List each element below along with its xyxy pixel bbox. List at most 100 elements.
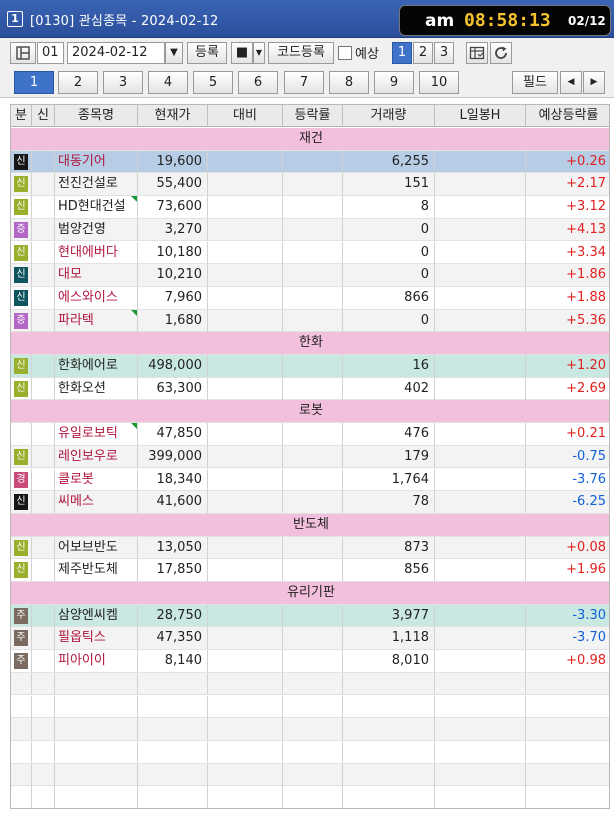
- col-header-change-rate[interactable]: 등락률: [283, 105, 343, 127]
- page-tab-6[interactable]: 6: [238, 71, 278, 94]
- daily-candle-cell: [435, 264, 526, 287]
- page-tab-2[interactable]: 2: [58, 71, 98, 94]
- stock-name-cell[interactable]: 유일로보틱: [55, 423, 138, 446]
- group-number-field[interactable]: 01: [37, 42, 64, 64]
- stock-name-cell[interactable]: 에스와이스: [55, 286, 138, 309]
- view-3-button[interactable]: 3: [434, 42, 454, 64]
- stock-row[interactable]: 신 어보브반도 13,050 873 +0.08: [11, 536, 609, 560]
- col-header-stock-name[interactable]: 종목명: [55, 105, 138, 127]
- stock-name-cell[interactable]: 어보브반도: [55, 536, 138, 559]
- empty-row[interactable]: [11, 786, 609, 808]
- category-badge: 증: [14, 221, 28, 238]
- stock-row[interactable]: 신 씨메스 41,600 78 -6.25: [11, 491, 609, 514]
- stock-name-cell[interactable]: 파라텍: [55, 309, 138, 332]
- stock-name-cell[interactable]: 삼양엔씨켐: [55, 604, 138, 627]
- page-tab-4[interactable]: 4: [148, 71, 188, 94]
- stock-name-cell[interactable]: 대동기어: [55, 150, 138, 173]
- page-tab-10[interactable]: 10: [419, 71, 459, 94]
- col-header-change[interactable]: 대비: [208, 105, 283, 127]
- col-header-volume[interactable]: 거래량: [343, 105, 435, 127]
- empty-row[interactable]: [11, 718, 609, 741]
- stock-name-cell[interactable]: 레인보우로: [55, 445, 138, 468]
- grid-settings-icon[interactable]: [466, 42, 488, 64]
- empty-cell: [55, 695, 138, 718]
- stock-row[interactable]: 주 삼양엔씨켐 28,750 3,977 -3.30: [11, 604, 609, 628]
- stock-row[interactable]: 신 한화에어로 498,000 16 +1.20: [11, 355, 609, 378]
- square-button[interactable]: ■: [231, 42, 253, 64]
- stock-name-cell[interactable]: 씨메스: [55, 491, 138, 514]
- view-1-button[interactable]: 1: [392, 42, 412, 64]
- col-header-category[interactable]: 분: [11, 105, 32, 127]
- volume-cell: 8: [343, 196, 435, 219]
- expect-label: 예상: [355, 47, 379, 62]
- date-field[interactable]: 2024-02-12: [67, 42, 165, 64]
- window-number[interactable]: 1: [7, 11, 23, 27]
- page-tab-1[interactable]: 1: [14, 71, 54, 94]
- stock-row[interactable]: 주 피아이이 8,140 8,010 +0.98: [11, 650, 609, 673]
- date-dropdown-icon[interactable]: ▼: [165, 42, 183, 64]
- page-tab-5[interactable]: 5: [193, 71, 233, 94]
- stock-name-cell[interactable]: 피아이이: [55, 650, 138, 673]
- group-header-row[interactable]: 반도체: [11, 513, 609, 537]
- stock-row[interactable]: 신 대모 10,210 0 +1.86: [11, 264, 609, 287]
- empty-row[interactable]: [11, 763, 609, 787]
- stock-name-cell[interactable]: HD현대건설: [55, 196, 138, 219]
- square-dropdown-icon[interactable]: ▼: [253, 42, 265, 64]
- field-button[interactable]: 필드: [512, 71, 558, 94]
- stock-row[interactable]: 신 전진건설로 55,400 151 +2.17: [11, 173, 609, 197]
- category-badge: 신: [14, 244, 28, 261]
- stock-row[interactable]: 신 한화오션 63,300 402 +2.69: [11, 377, 609, 401]
- stock-name-cell[interactable]: 한화오션: [55, 377, 138, 400]
- page-tab-3[interactable]: 3: [103, 71, 143, 94]
- col-header-credit[interactable]: 신: [32, 105, 55, 127]
- stock-row[interactable]: 신 제주반도체 17,850 856 +1.96: [11, 559, 609, 582]
- col-header-price[interactable]: 현재가: [138, 105, 208, 127]
- prev-arrow-icon[interactable]: ◀: [560, 71, 582, 94]
- group-header-row[interactable]: 유리기판: [11, 582, 609, 605]
- empty-cell: [138, 763, 208, 786]
- register-button[interactable]: 등록: [187, 42, 227, 64]
- group-header-row[interactable]: 재건: [11, 128, 609, 151]
- page-tab-9[interactable]: 9: [374, 71, 414, 94]
- code-register-button[interactable]: 코드등록: [268, 42, 334, 64]
- stock-name-cell[interactable]: 전진건설로: [55, 173, 138, 196]
- stock-row[interactable]: 신 HD현대건설 73,600 8 +3.12: [11, 196, 609, 219]
- view-2-button[interactable]: 2: [413, 42, 433, 64]
- stock-row[interactable]: 주 필옵틱스 47,350 1,118 -3.70: [11, 627, 609, 651]
- stock-row[interactable]: 신 에스와이스 7,960 866 +1.88: [11, 286, 609, 310]
- stock-row[interactable]: 신 레인보우로 399,000 179 -0.75: [11, 445, 609, 469]
- credit-cell: [32, 264, 55, 287]
- stock-name-cell[interactable]: 클로봇: [55, 468, 138, 491]
- stock-name-cell[interactable]: 대모: [55, 264, 138, 287]
- stock-name-cell[interactable]: 범양건영: [55, 218, 138, 241]
- change-rate-cell: [283, 604, 343, 627]
- stock-row[interactable]: 경 클로봇 18,340 1,764 -3.76: [11, 468, 609, 492]
- stock-name-cell[interactable]: 현대에버다: [55, 241, 138, 264]
- empty-row[interactable]: [11, 740, 609, 764]
- stock-name-cell[interactable]: 필옵틱스: [55, 627, 138, 650]
- col-header-daily-candle[interactable]: L일봉H: [435, 105, 526, 127]
- expect-checkbox[interactable]: [338, 46, 352, 60]
- refresh-icon[interactable]: [490, 42, 512, 64]
- daily-candle-cell: [435, 309, 526, 332]
- empty-row[interactable]: [11, 695, 609, 719]
- page-tab-8[interactable]: 8: [329, 71, 369, 94]
- stock-row[interactable]: 증 파라텍 1,680 0 +5.36: [11, 309, 609, 333]
- category-badge: 신: [14, 562, 28, 579]
- stock-row[interactable]: 유일로보틱 47,850 476 +0.21: [11, 423, 609, 446]
- next-arrow-icon[interactable]: ▶: [583, 71, 605, 94]
- group-list-icon[interactable]: [10, 42, 36, 64]
- group-header-row[interactable]: 로봇: [11, 400, 609, 424]
- stock-row[interactable]: 신 현대에버다 10,180 0 +3.34: [11, 241, 609, 265]
- stock-name-cell[interactable]: 한화에어로: [55, 355, 138, 377]
- group-header-row[interactable]: 한화: [11, 332, 609, 355]
- col-header-expected-rate[interactable]: 예상등락률: [526, 105, 609, 127]
- empty-row[interactable]: [11, 672, 609, 696]
- stock-row[interactable]: 신 대동기어 19,600 6,255 +0.26: [11, 150, 609, 174]
- stock-name-cell[interactable]: 제주반도체: [55, 559, 138, 582]
- group-title: 반도체: [293, 516, 329, 532]
- category-badge: 신: [14, 199, 28, 216]
- page-tab-7[interactable]: 7: [284, 71, 324, 94]
- stock-row[interactable]: 증 범양건영 3,270 0 +4.13: [11, 218, 609, 242]
- volume-cell: 3,977: [343, 604, 435, 627]
